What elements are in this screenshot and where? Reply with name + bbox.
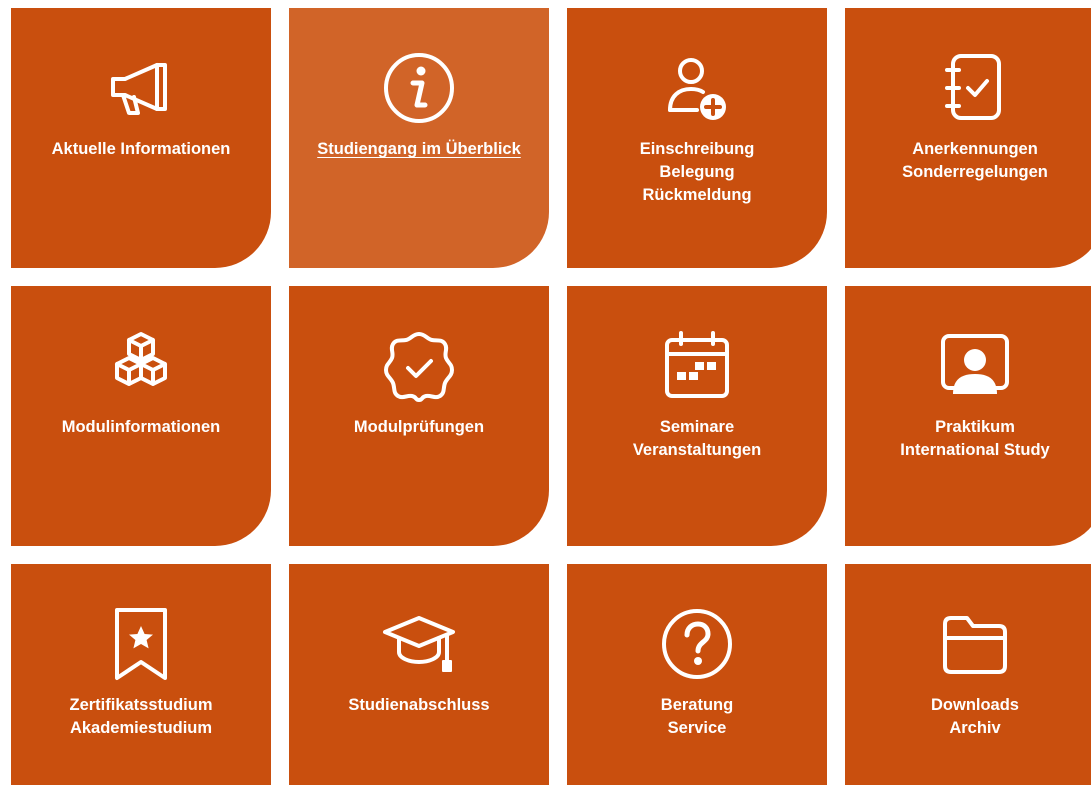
tile-label: Beratung Service (660, 696, 734, 737)
question-icon (567, 606, 827, 682)
megaphone-icon (11, 50, 271, 126)
tile-label: Aktuelle Informationen (51, 140, 231, 158)
tile-studienabschluss[interactable]: Studienabschluss (289, 564, 549, 785)
tile-downloads[interactable]: Downloads Archiv (845, 564, 1091, 785)
tile-label: Modulinformationen (61, 418, 221, 436)
tile-seminare[interactable]: Seminare Veranstaltungen (567, 286, 827, 546)
checklist-notebook-icon (845, 50, 1091, 126)
tile-modulinformationen[interactable]: Modulinformationen (11, 286, 271, 546)
tile-label: Studiengang im Überblick (317, 140, 521, 158)
tile-zertifikatsstudium[interactable]: Zertifikatsstudium Akademiestudium (11, 564, 271, 785)
tile-studiengang-im-ueberblick[interactable]: Studiengang im Überblick (289, 8, 549, 268)
tile-label: Modulprüfungen (353, 418, 485, 436)
tile-label: Seminare Veranstaltungen (632, 418, 762, 459)
tile-anerkennungen[interactable]: Anerkennungen Sonderregelungen (845, 8, 1091, 268)
tile-label: Studienabschluss (348, 696, 490, 714)
tile-label: Downloads Archiv (930, 696, 1019, 737)
tile-label: Praktikum International Study (900, 418, 1050, 459)
navigation-tile-grid: Aktuelle Informationen Studiengang im Üb… (11, 8, 1091, 785)
tile-praktikum[interactable]: Praktikum International Study (845, 286, 1091, 546)
calendar-icon (567, 328, 827, 404)
tile-label: Anerkennungen Sonderregelungen (902, 140, 1048, 181)
tile-aktuelle-informationen[interactable]: Aktuelle Informationen (11, 8, 271, 268)
user-add-icon (567, 50, 827, 126)
bookmark-star-icon (11, 606, 271, 682)
tile-einschreibung[interactable]: Einschreibung Belegung Rückmeldung (567, 8, 827, 268)
graduation-cap-icon (289, 606, 549, 682)
presenter-icon (845, 328, 1091, 404)
tile-label: Zertifikatsstudium Akademiestudium (69, 696, 213, 737)
cubes-icon (11, 328, 271, 404)
badge-check-icon (289, 328, 549, 404)
folder-icon (845, 606, 1091, 682)
tile-modulpruefungen[interactable]: Modulprüfungen (289, 286, 549, 546)
tile-beratung[interactable]: Beratung Service (567, 564, 827, 785)
tile-label: Einschreibung Belegung Rückmeldung (639, 140, 755, 204)
info-icon (289, 50, 549, 126)
